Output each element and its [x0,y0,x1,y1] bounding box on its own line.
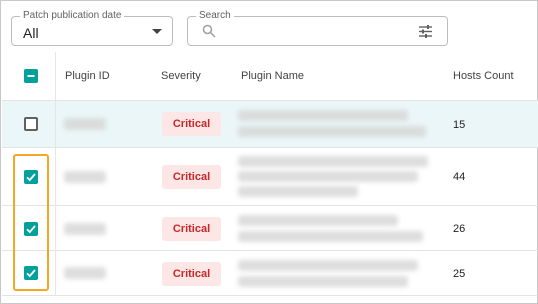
redacted-plugin-name [238,171,418,182]
column-header-plugin-id[interactable]: Plugin ID [65,70,110,82]
hosts-count: 26 [453,223,466,235]
hosts-count: 15 [453,119,466,131]
table-row[interactable]: Critical 44 [2,148,538,206]
redacted-plugin-id [64,223,106,235]
redacted-plugin-name [238,215,398,226]
redacted-plugin-name [238,260,418,271]
plugins-panel: Patch publication date All Search Plugin… [0,0,538,304]
severity-badge: Critical [162,217,221,241]
column-header-hosts-count[interactable]: Hosts Count [453,70,514,82]
table-row[interactable]: Critical 26 [2,206,538,251]
redacted-plugin-name [238,110,408,121]
redacted-plugin-id [64,267,106,279]
date-select-label: Patch publication date [20,10,125,22]
redacted-plugin-name [238,186,358,197]
severity-badge: Critical [162,165,221,189]
hosts-count: 25 [453,268,466,280]
select-column [2,101,56,147]
redacted-plugin-id [64,171,106,183]
table-header: Plugin ID Severity Plugin Name Hosts Cou… [2,52,538,101]
column-header-plugin-name[interactable]: Plugin Name [241,70,304,82]
search-icon [202,24,216,38]
redacted-plugin-name [238,276,408,287]
table-row[interactable]: Critical 15 [2,101,538,148]
table-row[interactable]: Critical 25 [2,251,538,296]
row-checkbox[interactable] [24,117,38,131]
severity-badge: Critical [162,262,221,286]
patch-publication-date-select[interactable]: Patch publication date All [11,10,173,46]
select-all-checkbox[interactable] [24,69,38,83]
redacted-plugin-name [238,156,428,167]
redacted-plugin-id [64,118,106,130]
column-header-severity[interactable]: Severity [161,70,201,82]
search-field[interactable]: Search [187,10,448,46]
severity-badge: Critical [162,112,221,136]
search-label: Search [196,10,234,22]
redacted-plugin-name [238,231,423,242]
selection-highlight [13,154,49,291]
redacted-plugin-name [238,126,426,137]
tune-icon[interactable] [418,24,433,39]
hosts-count: 44 [453,171,466,183]
date-select-value: All [23,25,39,41]
select-column [2,52,56,100]
caret-down-icon [152,29,162,34]
